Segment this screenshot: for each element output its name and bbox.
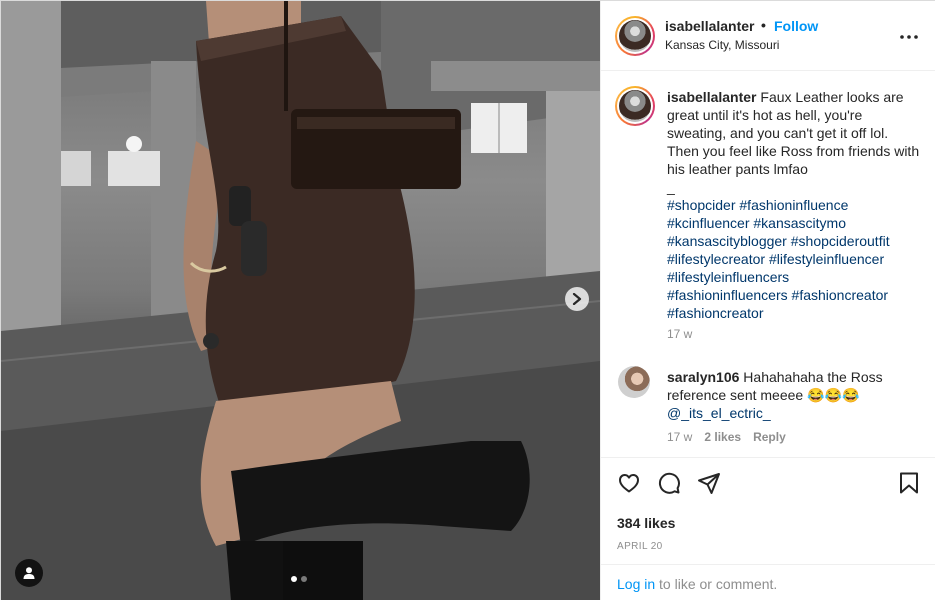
hashtag[interactable]: #fashioncreator [667,305,764,321]
next-slide-button[interactable] [565,287,589,311]
comment-icon [658,472,680,494]
post-details-panel: isabellalanter • Follow Kansas City, Mis… [600,1,935,600]
heart-icon [619,474,639,493]
reply-button[interactable]: Reply [753,430,786,444]
author-username[interactable]: isabellalanter [665,18,755,34]
author-avatar[interactable] [615,16,655,56]
bookmark-icon [900,472,918,494]
like-button[interactable] [617,471,641,495]
login-prompt: Log in to like or comment. [617,576,777,592]
hashtag[interactable]: #lifestyleinfluencer [769,251,884,267]
post-header: isabellalanter • Follow Kansas City, Mis… [601,1,935,71]
likes-count[interactable]: 384 likes [617,515,675,531]
commenter-avatar[interactable] [618,366,650,398]
hashtag[interactable]: #shopcideroutfit [791,233,890,249]
post-location[interactable]: Kansas City, Missouri [665,38,779,52]
hashtag[interactable]: #fashioncreator [792,287,889,303]
caption-text-block: isabellalanter Faux Leather looks are gr… [667,88,922,322]
hashtag[interactable]: #lifestylecreator [667,251,765,267]
hashtag[interactable]: #fashioninfluence [739,197,848,213]
post-date[interactable]: APRIL 20 [617,541,663,552]
hashtag[interactable]: #kcinfluencer [667,215,750,231]
comment-likes[interactable]: 2 likes [704,430,741,444]
header-separator: • [761,17,766,33]
tagged-users-button[interactable] [15,559,43,587]
login-link[interactable]: Log in [617,576,655,592]
hashtag[interactable]: #shopcider [667,197,736,213]
chevron-right-icon [572,293,582,305]
caption-username[interactable]: isabellalanter [667,89,757,105]
share-icon [698,473,720,494]
share-button[interactable] [697,471,721,495]
comments-section: isabellalanter Faux Leather looks are gr… [601,72,935,458]
instagram-post: isabellalanter • Follow Kansas City, Mis… [0,0,935,600]
person-icon [23,567,35,579]
follow-button[interactable]: Follow [774,18,818,34]
more-options-button[interactable] [897,25,921,49]
action-bar [601,471,935,499]
photo-scene [1,1,600,600]
login-prompt-text: to like or comment. [655,576,778,592]
hashtag[interactable]: #fashioninfluencers [667,287,788,303]
comment-text-block: saralyn106 Hahahahaha the Ross reference… [667,368,922,422]
post-photo[interactable] [1,1,600,600]
caption-timestamp[interactable]: 17 w [667,327,692,341]
comment-timestamp[interactable]: 17 w [667,430,692,444]
comment-button[interactable] [657,471,681,495]
comment-footer: Log in to like or comment. [601,564,935,600]
carousel-dot-active [291,576,297,582]
hashtag[interactable]: #kansascitymo [753,215,846,231]
carousel-dot [301,576,307,582]
more-horizontal-icon [900,35,918,39]
hashtag[interactable]: #kansascityblogger [667,233,787,249]
caption-avatar[interactable] [615,86,655,126]
comment-meta: 17 w 2 likes Reply [667,430,786,444]
comment-mention[interactable]: @_its_el_ectric_ [667,405,771,421]
commenter-username[interactable]: saralyn106 [667,369,739,385]
save-button[interactable] [897,471,921,495]
hashtag[interactable]: #lifestyleinfluencers [667,269,789,285]
carousel-indicator [291,576,307,582]
caption-divider: _ [667,179,675,195]
